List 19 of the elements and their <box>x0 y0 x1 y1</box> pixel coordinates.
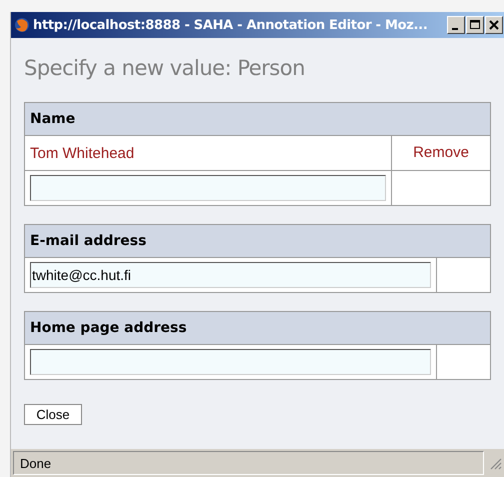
dialog-heading: Specify a new value: Person <box>24 56 306 80</box>
property-header: Name <box>24 102 490 136</box>
close-dialog-button[interactable]: Close <box>24 404 82 425</box>
minimize-icon <box>452 28 458 30</box>
status-text: Done <box>13 451 484 475</box>
value-cell: Tom Whitehead <box>24 136 392 170</box>
property-header: E-mail address <box>24 224 490 258</box>
input-field[interactable] <box>30 349 431 375</box>
resize-grip-icon <box>488 456 502 470</box>
input-field[interactable]: twhite@cc.hut.fi <box>30 262 431 288</box>
window-title: http://localhost:8888 - SAHA - Annotation Editor - Moz... <box>33 18 428 32</box>
input-field[interactable] <box>30 175 386 201</box>
close-icon <box>488 19 500 31</box>
close-button[interactable] <box>485 16 503 34</box>
property-header: Home page address <box>24 312 490 344</box>
minimize-button[interactable] <box>447 16 465 34</box>
maximize-button[interactable] <box>466 16 484 34</box>
maximize-icon <box>469 19 481 31</box>
browser-logo-icon <box>14 17 30 33</box>
